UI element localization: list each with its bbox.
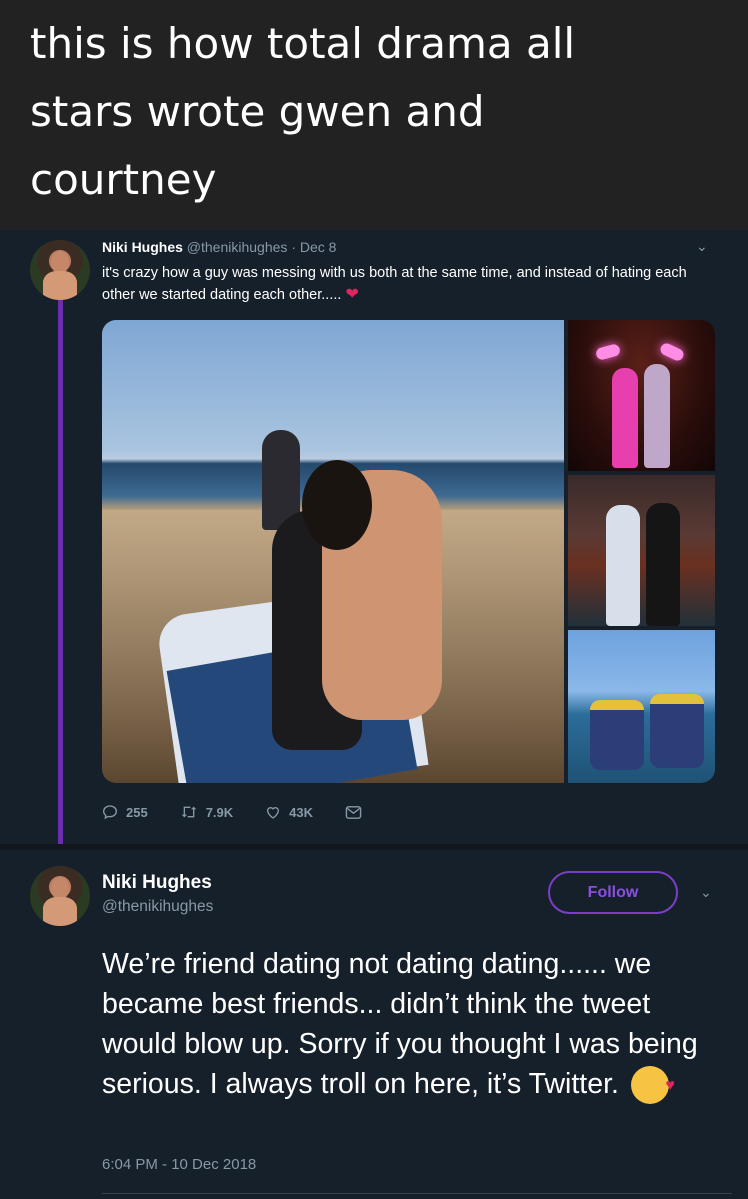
neon-photo[interactable]: [568, 320, 715, 471]
neon-sign-left: [594, 343, 622, 361]
tweet-text-body: it's crazy how a guy was messing with us…: [102, 265, 687, 303]
caption-line-2: stars wrote gwen and: [30, 87, 485, 136]
like-count: 43K: [289, 804, 314, 820]
hair: [302, 460, 372, 550]
retweet-button[interactable]: 7.9K: [180, 804, 233, 820]
author-name[interactable]: Niki Hughes: [102, 239, 183, 255]
tweet-date[interactable]: Dec 8: [300, 239, 337, 255]
tweet-original[interactable]: Niki Hughes @thenikihughes · Dec 8 ⌄ it'…: [0, 230, 748, 844]
tweet-text-body: We’re friend dating not dating dating...…: [102, 948, 698, 1100]
figure-lavender-dress: [644, 364, 670, 468]
separator: ·: [291, 239, 296, 255]
chevron-down-icon[interactable]: ⌄: [700, 884, 712, 901]
thread-line: [58, 300, 63, 844]
avatar-body: [43, 897, 77, 926]
author-handle[interactable]: @thenikihughes: [187, 239, 288, 255]
avatar[interactable]: [30, 240, 90, 300]
caption-header: this is how total drama all stars wrote …: [0, 0, 748, 230]
media-grid[interactable]: [102, 320, 715, 783]
retweet-count: 7.9K: [205, 804, 234, 820]
divider: [102, 1193, 732, 1194]
reply-icon: [102, 805, 118, 820]
caption-line-3: courtney: [30, 155, 217, 204]
tweet-actions: 255 7.9K 43K: [102, 800, 402, 824]
chevron-down-icon[interactable]: ⌄: [696, 238, 708, 255]
life-vest-left: [590, 700, 644, 770]
life-vest-right: [650, 694, 704, 768]
avatar-face: [51, 876, 69, 900]
like-button[interactable]: 43K: [265, 804, 313, 820]
kissing-face-emoji-icon: [630, 1066, 675, 1106]
tweet-text: We’re friend dating not dating dating...…: [102, 944, 732, 1106]
author-handle[interactable]: @thenikihughes: [102, 898, 213, 916]
envelope-icon: [345, 805, 362, 819]
author-name[interactable]: Niki Hughes: [102, 872, 212, 894]
heart-emoji-icon: ❤: [345, 286, 359, 303]
avatar[interactable]: [30, 866, 90, 926]
avatar-body: [43, 271, 77, 300]
boat-photo[interactable]: [568, 630, 715, 783]
figure-pink-outfit: [612, 368, 638, 468]
figure-white-top: [606, 505, 640, 626]
reply-count: 255: [126, 804, 148, 820]
follow-button[interactable]: Follow: [548, 871, 678, 914]
tweet-timestamp[interactable]: 6:04 PM - 10 Dec 2018: [102, 1156, 256, 1173]
neon-sign-right: [658, 341, 686, 363]
retweet-icon: [181, 806, 197, 818]
tweet-text: it's crazy how a guy was messing with us…: [102, 262, 712, 306]
dm-button[interactable]: [345, 805, 370, 820]
tweet-header: Niki Hughes @thenikihughes · Dec 8: [102, 239, 336, 255]
avatar-face: [51, 250, 69, 274]
beach-photo[interactable]: [102, 320, 564, 783]
heart-icon: [267, 807, 280, 819]
street-photo[interactable]: [568, 475, 715, 626]
reply-button[interactable]: 255: [102, 804, 148, 820]
tweet-reply[interactable]: Niki Hughes @thenikihughes Follow ⌄ We’r…: [0, 850, 748, 1199]
figure-black-top: [646, 503, 680, 626]
caption-line-1: this is how total drama all: [30, 19, 576, 68]
